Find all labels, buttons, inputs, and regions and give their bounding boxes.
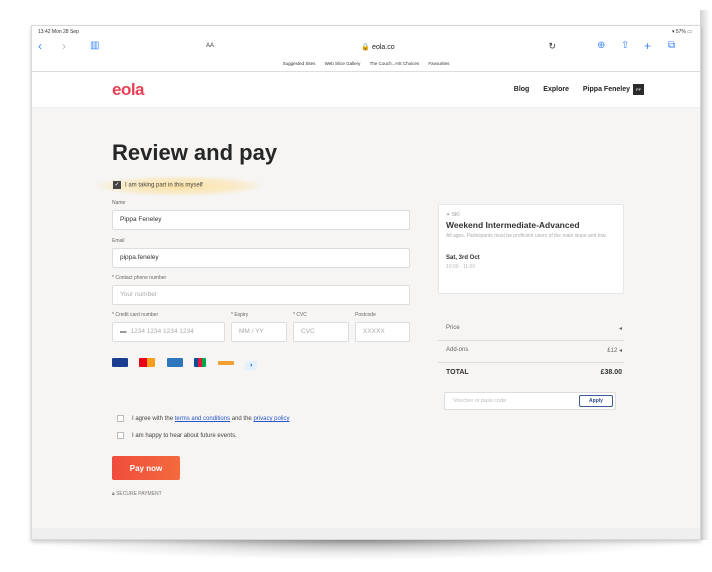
price-label: Price [446,325,460,331]
postcode-field[interactable]: XXXXX [355,322,410,342]
back-icon[interactable]: ‹ [38,39,42,53]
fav-link[interactable]: Favourites [428,61,449,66]
share-icon[interactable]: ⇧ [621,39,629,53]
apple-pay-icon: ◗ [245,361,258,370]
price-expand-icon[interactable]: ◂ [619,325,622,332]
phone-field[interactable]: Your number [112,285,410,305]
page-title: Review and pay [112,140,278,165]
terms-link[interactable]: terms and conditions [175,416,230,422]
phone-label: * Contact phone number [112,275,167,281]
nav-user[interactable]: Pippa Feneley [583,86,630,93]
name-label: Name [112,200,126,206]
fav-link[interactable]: The Couch...HS Choices [370,61,420,66]
card-number-placeholder: 1234 1234 1234 1234 [130,328,194,335]
url-text: 🔒 eola.co [361,44,395,51]
nav-blog[interactable]: Blog [514,86,530,93]
event-title: Weekend Intermediate-Advanced [446,220,580,230]
secure-payment-label: SECURE PAYMENT [116,491,162,497]
terms-mid-text: and the [230,416,254,423]
new-tab-icon[interactable]: + [644,39,651,53]
bookmarks-icon[interactable]: ▥ [90,39,99,53]
addons-row: Add-ons £12 ◂ [446,347,622,354]
postcode-label: Postcode [355,312,376,318]
divider [438,362,624,363]
status-bar: 13:42 Mon 28 Sep ▾ 57% ▭ [32,26,700,37]
event-category: ✦ SKI [446,212,460,218]
card-number-field[interactable]: ▬ 1234 1234 1234 1234 [112,322,225,342]
email-label: Email [112,238,125,244]
nav-explore[interactable]: Explore [543,86,569,93]
jcb-icon [194,358,207,367]
battery-indicator: ▾ 57% ▭ [671,29,692,35]
addons-amount: £12 [607,348,618,354]
taking-part-label: I am taking part in this myself [125,182,203,189]
reload-icon[interactable]: ↻ [548,41,556,52]
payment-card-logos: ◗ [112,354,264,370]
status-time: 13:42 Mon 28 Sep [38,29,79,35]
forward-icon[interactable]: › [62,39,66,53]
page-footer [32,528,700,539]
fav-link[interactable]: Suggested Sites [283,61,316,66]
amex-icon [166,358,183,367]
expiry-field[interactable]: MM / YY [231,322,287,342]
tabs-icon[interactable]: ⧉ [668,39,675,53]
future-events-row[interactable]: I am happy to hear about future events. [117,432,237,439]
future-events-checkbox[interactable] [117,432,124,439]
visa-icon [112,358,128,367]
cvc-label: * CVC [293,312,307,318]
taking-part-checkbox[interactable]: ✓ I am taking part in this myself [113,181,203,189]
favourites-bar: Suggested Sites Web Slice Gallery The Co… [32,58,700,71]
total-label: TOTAL [446,369,469,376]
event-summary-card: ✦ SKI Weekend Intermediate-Advanced All … [438,204,624,294]
apply-voucher-button[interactable]: Apply [579,395,613,407]
checkbox-checked-icon[interactable]: ✓ [113,181,121,189]
expiry-label: * Expiry [231,312,249,318]
event-description: All ages. Participants must be proficien… [446,233,607,239]
fav-link[interactable]: Web Slice Gallery [325,61,361,66]
checkout-content: Review and pay ✓ I am taking part in this… [32,108,700,528]
email-field[interactable]: pippa.feneley [112,248,410,268]
browser-toolbar: ‹ › ▥ AA 🔒 eola.co ↻ ⊕ ⇧ + ⧉ [32,37,700,58]
terms-text: I agree with the [132,416,175,423]
site-header: eola Blog Explore Pippa Feneley PF [32,71,700,108]
event-category-label: SKI [451,212,460,218]
future-events-label: I am happy to hear about future events. [132,433,237,440]
site-nav: Blog Explore Pippa Feneley [502,86,630,93]
frame-shadow-bottom [14,540,698,560]
divider [438,340,624,341]
address-bar[interactable]: AA 🔒 eola.co ↻ [198,40,558,56]
battery-percent: 57% [675,29,686,35]
event-date: Sat, 3rd Oct [446,255,480,261]
cvc-field[interactable]: CVC [293,322,349,342]
card-label: * Credit card number [112,312,159,318]
event-time: 10:00 - 11:00 [446,264,476,270]
name-field[interactable]: Pippa Feneley [112,210,410,230]
ipad-screen: 13:42 Mon 28 Sep ▾ 57% ▭ ‹ › ▥ AA 🔒 eola… [31,25,701,540]
terms-checkbox[interactable] [117,415,124,422]
total-row: TOTAL £38.00 [446,369,622,376]
addons-label: Add-ons [446,347,469,353]
download-icon[interactable]: ⊕ [597,39,605,53]
terms-checkbox-row[interactable]: I agree with the terms and conditions an… [117,415,289,422]
frame-shadow-right [700,10,710,540]
credit-card-icon: ▬ [120,328,127,335]
lock-icon: 🔒︎ [112,491,115,497]
secure-payment-note: 🔒︎ SECURE PAYMENT [112,491,162,497]
price-row: Price ◂ [446,325,622,332]
avatar[interactable]: PF [633,84,644,95]
total-value: £38.00 [600,369,622,376]
addons-value[interactable]: £12 ◂ [607,347,622,354]
mastercard-icon [139,358,156,367]
pay-now-button[interactable]: Pay now [112,456,180,480]
discover-icon [217,360,234,365]
privacy-link[interactable]: privacy policy [253,416,289,422]
eola-logo[interactable]: eola [112,80,145,100]
url-domain: eola.co [372,44,395,51]
